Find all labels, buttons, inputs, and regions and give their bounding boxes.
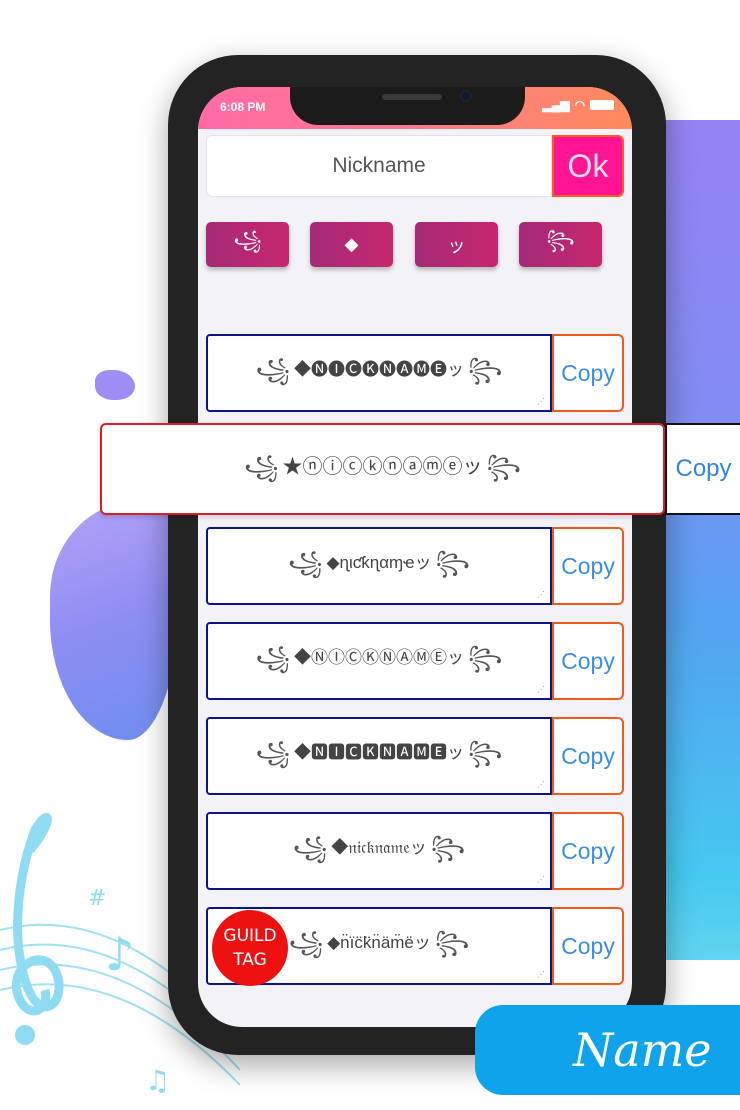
wifi-icon: ◠ — [574, 98, 585, 112]
status-icons: ▂▄▆ ◠ — [543, 98, 614, 112]
result-row: ꧁ ◆ⓃⒾⒸⓀⓃⒶⓂⒺッ ꧂ ⋰ Copy — [206, 622, 624, 700]
battery-icon — [590, 100, 614, 110]
styled-nickname: ★ⓝⓘⓒⓚⓝⓐⓜⓔッ — [282, 455, 483, 478]
styled-nickname: ◆🅝🅘🅒🅚🅝🅐🅜🅔ッ — [294, 359, 464, 379]
result-text[interactable]: ꧁ ◆𝔫𝔦𝔠𝔨𝔫𝔞𝔪𝔢ッ ꧂ ⋰ — [206, 812, 552, 890]
diamond-icon: ◆ — [344, 234, 359, 254]
background-splash-dot — [95, 370, 135, 400]
swirl-right-icon: ꧂ — [486, 453, 521, 479]
resize-grip-icon: ⋰ — [537, 970, 545, 979]
swirl-left-icon: ꧁ — [255, 356, 290, 382]
resize-grip-icon: ⋰ — [537, 875, 545, 884]
symbol-button-tsu[interactable]: ッ — [415, 222, 498, 267]
copy-button[interactable]: Copy — [552, 812, 624, 890]
copy-button[interactable]: Copy — [552, 717, 624, 795]
signal-bars-icon: ▂▄▆ — [542, 98, 570, 112]
result-row: ꧁ ◆🅝🅘🅒🅚🅝🅐🅜🅔ッ ꧂ ⋰ Copy — [206, 334, 624, 412]
svg-text:#: # — [88, 886, 106, 911]
nickname-input[interactable] — [206, 135, 552, 197]
swirl-right-icon: ꧂ — [468, 644, 503, 670]
symbol-button-diamond[interactable]: ◆ — [310, 222, 393, 267]
swirl-right-icon: ꧂ — [434, 929, 470, 955]
speaker-grille — [382, 94, 442, 100]
ok-button[interactable]: Ok — [552, 135, 624, 197]
highlighted-result-row: ꧁ ★ⓝⓘⓒⓚⓝⓐⓜⓔッ ꧂ Copy — [100, 423, 740, 515]
swirl-left-icon: ꧁ — [255, 739, 290, 765]
guild-tag-line1: GUILD — [223, 926, 277, 946]
swirl-right-icon: ꧂ — [468, 356, 503, 382]
guild-tag-badge: GUILD TAG — [212, 910, 288, 986]
background-splash-left — [50, 500, 180, 740]
svg-text:♫: ♫ — [145, 1064, 170, 1097]
swirl-left-icon: ꧁ — [244, 453, 279, 479]
copy-button[interactable]: Copy — [552, 907, 624, 985]
resize-grip-icon: ⋰ — [537, 397, 545, 406]
result-text[interactable]: ꧁ ◆🅽🅸🅲🅺🅽🅰🅼🅴ッ ꧂ ⋰ — [206, 717, 552, 795]
result-row: ꧁ ◆ɳιƈƙɳαɱҽッ ꧂ ⋰ Copy — [206, 527, 624, 605]
phone-frame: 6:08 PM ▂▄▆ ◠ Ok ꧁ ◆ ッ — [168, 55, 666, 1055]
result-row: ꧁ ◆🅽🅸🅲🅺🅽🅰🅼🅴ッ ꧂ ⋰ Copy — [206, 717, 624, 795]
swirl-right-icon: ꧂ — [430, 834, 466, 860]
front-camera — [460, 90, 472, 102]
styled-nickname: ◆🅽🅸🅲🅺🅽🅰🅼🅴ッ — [294, 742, 464, 762]
status-time: 6:08 PM — [220, 100, 266, 114]
result-text[interactable]: ꧁ ◆ɳιƈƙɳαɱҽッ ꧂ ⋰ — [206, 527, 552, 605]
result-text[interactable]: ꧁ ◆🅝🅘🅒🅚🅝🅐🅜🅔ッ ꧂ ⋰ — [206, 334, 552, 412]
name-banner-label: Name — [573, 1023, 712, 1077]
resize-grip-icon: ⋰ — [537, 780, 545, 789]
copy-button[interactable]: Copy — [552, 527, 624, 605]
highlighted-copy-button[interactable]: Copy — [665, 423, 740, 515]
swirl-right-icon: ꧂ — [468, 739, 503, 765]
symbol-button-swirl-left[interactable]: ꧁ — [206, 222, 289, 267]
name-banner: Name — [475, 1005, 740, 1095]
phone-screen: 6:08 PM ▂▄▆ ◠ Ok ꧁ ◆ ッ — [198, 87, 632, 1027]
resize-grip-icon: ⋰ — [537, 685, 545, 694]
copy-button[interactable]: Copy — [552, 334, 624, 412]
guild-tag-line2: TAG — [233, 950, 267, 970]
styled-nickname: ◆n̈ïc̈k̈n̈äm̈ëッ — [327, 932, 431, 952]
swirl-left-icon: ꧁ — [288, 549, 323, 575]
nickname-input-row: Ok — [206, 135, 624, 197]
swirl-left-icon: ꧁ — [292, 834, 328, 860]
resize-grip-icon: ⋰ — [537, 590, 545, 599]
swirl-right-icon: ꧂ — [546, 229, 575, 250]
swirl-right-icon: ꧂ — [435, 549, 470, 575]
symbol-buttons: ꧁ ◆ ッ ꧂ — [206, 222, 606, 267]
result-text[interactable]: ꧁ ◆ⓃⒾⒸⓀⓃⒶⓂⒺッ ꧂ ⋰ — [206, 622, 552, 700]
styled-nickname: ◆ɳιƈƙɳαɱҽッ — [326, 552, 432, 572]
highlighted-result-text[interactable]: ꧁ ★ⓝⓘⓒⓚⓝⓐⓜⓔッ ꧂ — [100, 423, 665, 515]
symbol-button-swirl-right[interactable]: ꧂ — [519, 222, 602, 267]
styled-nickname: ◆𝔫𝔦𝔠𝔨𝔫𝔞𝔪𝔢ッ — [331, 837, 427, 857]
swirl-left-icon: ꧁ — [233, 229, 262, 250]
swirl-left-icon: ꧁ — [255, 644, 290, 670]
tsu-icon: ッ — [447, 235, 466, 256]
styled-nickname: ◆ⓃⒾⒸⓀⓃⒶⓂⒺッ — [294, 647, 464, 667]
status-bar: 6:08 PM ▂▄▆ ◠ — [198, 87, 632, 129]
copy-button[interactable]: Copy — [552, 622, 624, 700]
result-row: ꧁ ◆𝔫𝔦𝔠𝔨𝔫𝔞𝔪𝔢ッ ꧂ ⋰ Copy — [206, 812, 624, 890]
treble-clef-icon — [11, 813, 64, 1016]
swirl-left-icon: ꧁ — [288, 929, 324, 955]
svg-text:♪: ♪ — [105, 927, 134, 981]
phone-notch — [290, 87, 525, 125]
